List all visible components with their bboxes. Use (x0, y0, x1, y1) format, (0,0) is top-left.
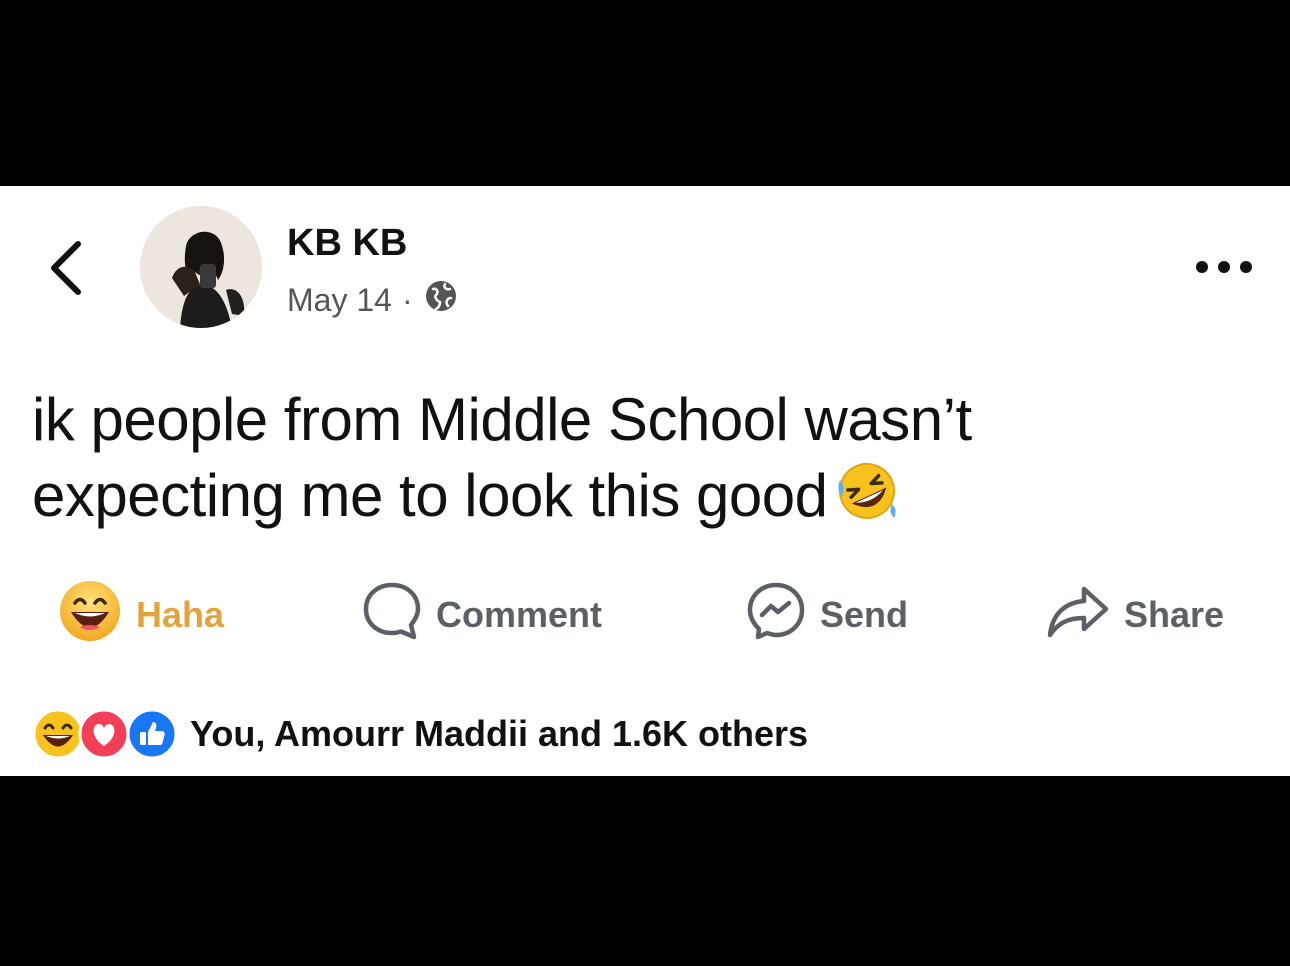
send-label: Send (820, 594, 909, 635)
share-label: Share (1124, 594, 1225, 635)
reaction-icons (32, 708, 178, 760)
comment-button[interactable]: Comment (362, 578, 602, 652)
author-name[interactable]: KB KB (287, 222, 407, 265)
reactions-summary[interactable]: You, Amourr Maddii and 1.6K others (32, 706, 808, 762)
post-meta: May 14 · (287, 278, 459, 322)
reactions-summary-text: You, Amourr Maddii and 1.6K others (190, 713, 809, 754)
comment-icon (362, 581, 422, 650)
avatar[interactable] (140, 206, 262, 328)
share-button[interactable]: Share (1046, 578, 1224, 652)
reaction-button[interactable]: Haha (58, 578, 224, 652)
chevron-left-icon (51, 241, 81, 295)
send-button[interactable]: Send (746, 578, 908, 652)
meta-separator: · (401, 281, 413, 318)
globe-icon (423, 278, 459, 322)
love-reaction-icon (78, 708, 130, 760)
post-text: ik people from Middle School wasn’t expe… (32, 382, 1252, 540)
like-reaction-icon (126, 708, 178, 760)
haha-reaction-icon (58, 579, 122, 652)
reaction-label: Haha (136, 594, 225, 635)
messenger-icon (746, 581, 806, 650)
more-options-button[interactable] (1194, 252, 1254, 282)
share-arrow-icon (1046, 581, 1110, 650)
post-date[interactable]: May 14 (287, 282, 392, 319)
rolling-laughing-emoji-icon (834, 460, 900, 540)
post-text-line-content: expecting me to look this good (32, 462, 828, 529)
back-button[interactable] (46, 238, 86, 298)
haha-reaction-icon (32, 708, 84, 760)
post-text-line: expecting me to look this good (32, 458, 1252, 540)
post-text-line: ik people from Middle School wasn’t (32, 386, 972, 453)
ellipsis-icon (1196, 261, 1252, 273)
action-bar: Haha Comment Send Share (0, 578, 1290, 652)
comment-label: Comment (436, 594, 603, 635)
